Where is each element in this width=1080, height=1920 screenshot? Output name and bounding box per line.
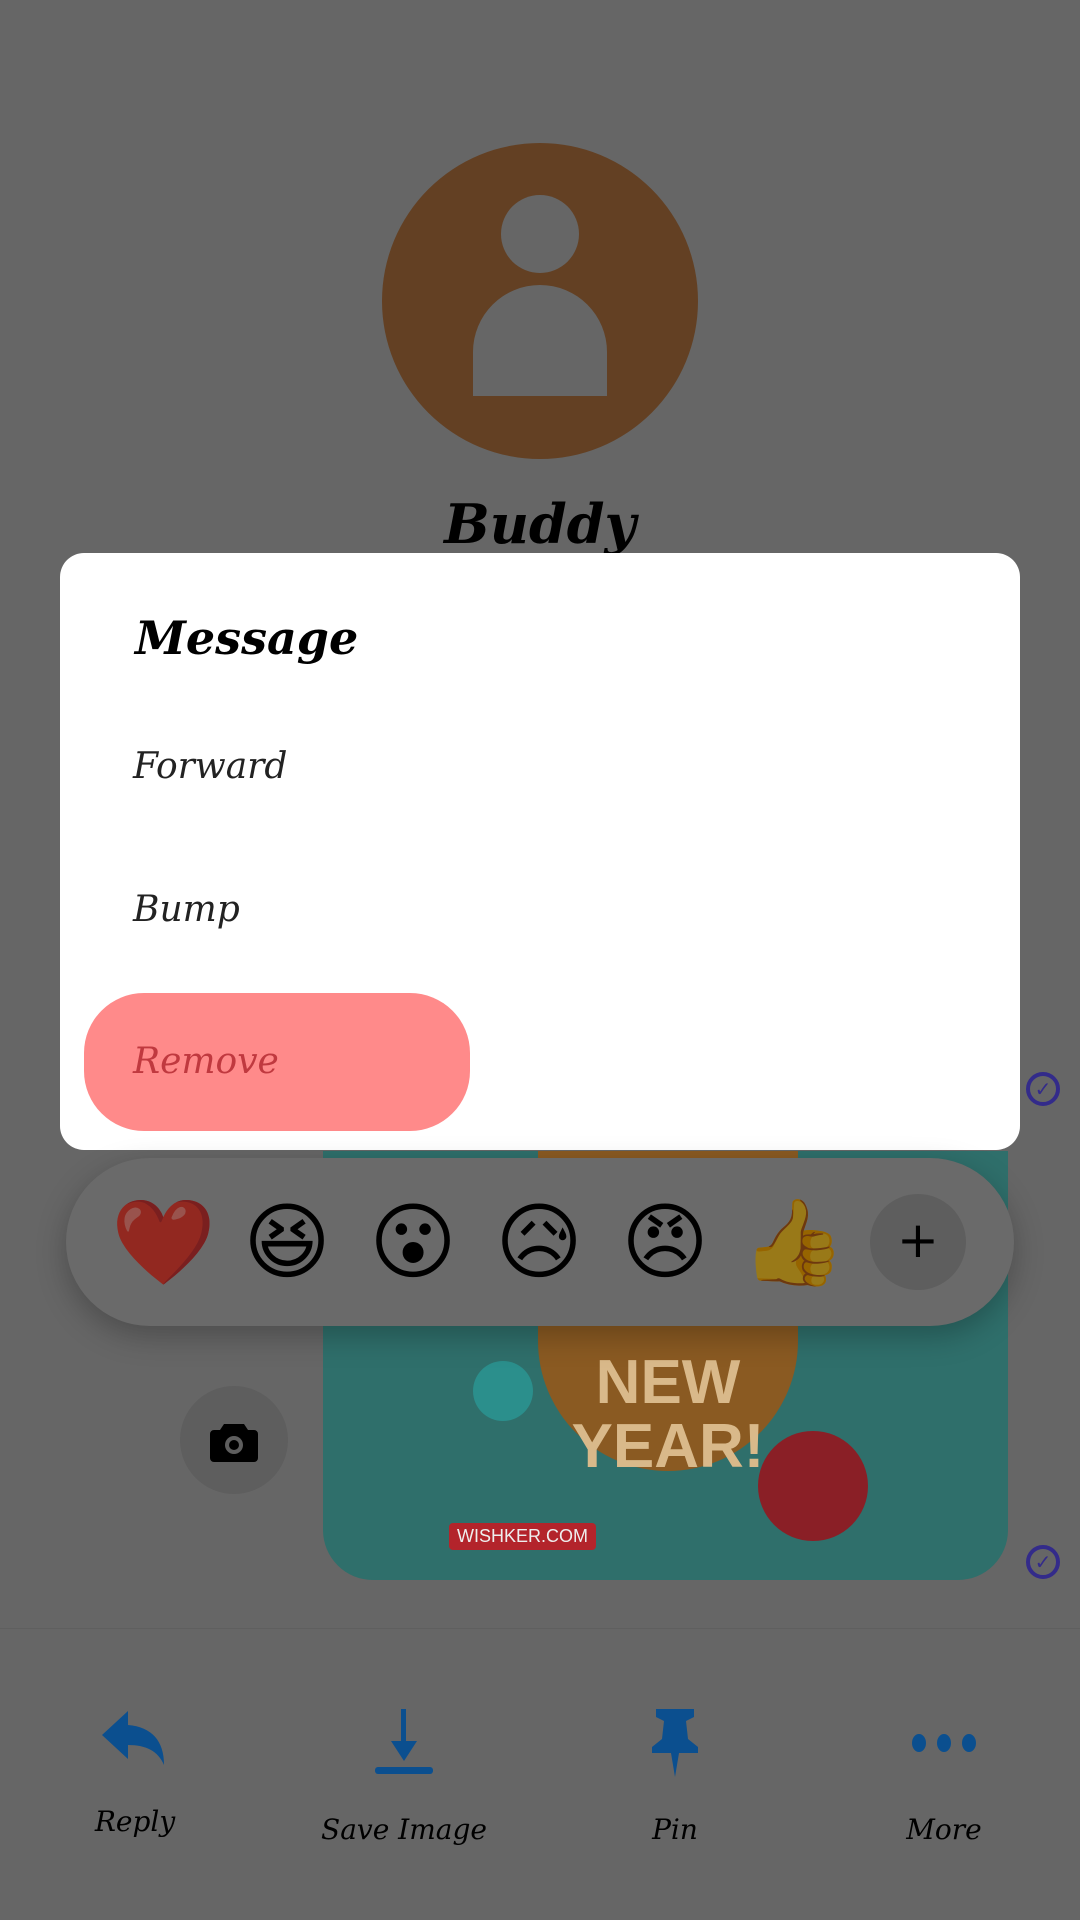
contact-name: Buddy: [444, 492, 636, 556]
read-check-icon: ✓: [1026, 1072, 1060, 1106]
save-image-label: Save Image: [321, 1813, 487, 1846]
avatar-head-shape: [501, 195, 579, 273]
camera-icon: [210, 1424, 258, 1462]
image-text: NEW YEAR!: [571, 1348, 765, 1481]
more-label: More: [906, 1813, 982, 1846]
more-icon: [912, 1734, 976, 1752]
reply-label: Reply: [94, 1805, 176, 1838]
download-icon: [375, 1709, 433, 1774]
sad-reaction[interactable]: 😥: [489, 1192, 589, 1292]
reply-button[interactable]: Reply: [35, 1709, 235, 1838]
angry-reaction[interactable]: 😠: [615, 1192, 715, 1292]
thumbs-up-reaction[interactable]: 👍: [741, 1192, 846, 1292]
pin-button[interactable]: Pin: [575, 1709, 775, 1846]
laughing-reaction[interactable]: 😆: [237, 1192, 337, 1292]
remove-option[interactable]: Remove: [84, 993, 470, 1131]
more-reactions-button[interactable]: +: [870, 1194, 966, 1290]
message-options-dialog: Message Forward Bump Remove: [60, 553, 1020, 1150]
camera-button[interactable]: [180, 1386, 288, 1494]
save-image-button[interactable]: Save Image: [304, 1709, 504, 1846]
reply-icon: [102, 1711, 164, 1765]
read-check-icon: ✓: [1026, 1545, 1060, 1579]
dialog-title: Message: [135, 611, 359, 665]
more-button[interactable]: More: [844, 1709, 1044, 1846]
action-bar: Reply Save Image Pin More: [0, 1628, 1080, 1920]
avatar[interactable]: [382, 143, 698, 459]
forward-option[interactable]: Forward: [60, 697, 1020, 837]
reaction-bar: ❤️ 😆 😮 😥 😠 👍 +: [66, 1158, 1014, 1326]
bump-option[interactable]: Bump: [60, 840, 1020, 980]
surprised-reaction[interactable]: 😮: [363, 1192, 463, 1292]
pin-icon: [652, 1709, 698, 1777]
avatar-body-shape: [473, 285, 607, 396]
heart-reaction[interactable]: ❤️: [111, 1192, 216, 1292]
image-watermark: WISHKER.COM: [449, 1523, 597, 1550]
pin-label: Pin: [652, 1813, 698, 1846]
